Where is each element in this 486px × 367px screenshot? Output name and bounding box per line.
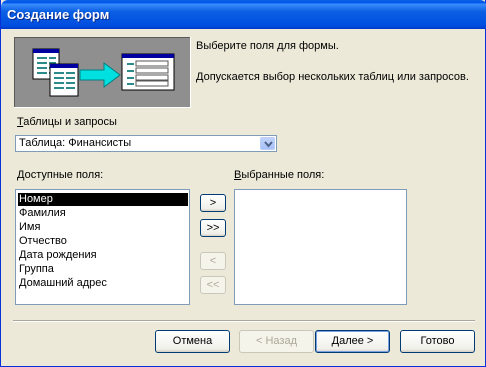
wizard-illustration — [14, 37, 191, 108]
chevron-down-icon — [264, 141, 273, 148]
list-item[interactable]: Имя — [18, 221, 188, 234]
available-fields-label: Доступные поля: — [17, 169, 104, 181]
remove-field-button[interactable]: < — [200, 252, 226, 270]
back-button[interactable]: < Назад — [239, 330, 314, 353]
list-item[interactable]: Дата рождения — [18, 249, 188, 262]
tables-queries-label: Таблицы и запросы — [17, 116, 117, 128]
finish-button[interactable]: Готово — [400, 330, 475, 353]
add-field-button[interactable]: > — [200, 194, 226, 212]
table-query-select[interactable]: Таблица: Финансисты — [15, 135, 277, 152]
wizard-body: Выберите поля для формы. Допускается выб… — [4, 29, 482, 364]
title-bar[interactable]: Создание форм — [1, 0, 486, 29]
table-query-select-value: Таблица: Финансисты — [19, 137, 132, 149]
dropdown-button[interactable] — [260, 137, 275, 150]
add-all-fields-button[interactable]: >> — [200, 219, 226, 237]
remove-all-fields-button[interactable]: << — [200, 276, 226, 294]
button-separator — [13, 320, 475, 322]
list-item[interactable]: Отчество — [18, 235, 188, 248]
window-title: Создание форм — [7, 7, 110, 22]
list-item[interactable]: Номер — [18, 193, 188, 206]
available-fields-list[interactable]: Номер Фамилия Имя Отчество Дата рождения… — [15, 189, 190, 305]
tables-to-form-icon — [32, 48, 175, 97]
intro-text-select: Выберите поля для формы. — [196, 40, 339, 52]
form-wizard-window: Создание форм Выберите поля для формы. Д… — [0, 0, 486, 367]
selected-fields-label: Выбранные поля: — [234, 169, 325, 181]
list-item[interactable]: Фамилия — [18, 207, 188, 220]
selected-fields-list[interactable] — [234, 189, 407, 305]
list-item[interactable]: Домашний адрес — [18, 277, 188, 290]
intro-text-multiple: Допускается выбор нескольких таблиц или … — [196, 71, 469, 83]
cancel-button[interactable]: Отмена — [155, 330, 230, 353]
next-button[interactable]: Далее > — [315, 330, 390, 353]
list-item[interactable]: Группа — [18, 263, 188, 276]
